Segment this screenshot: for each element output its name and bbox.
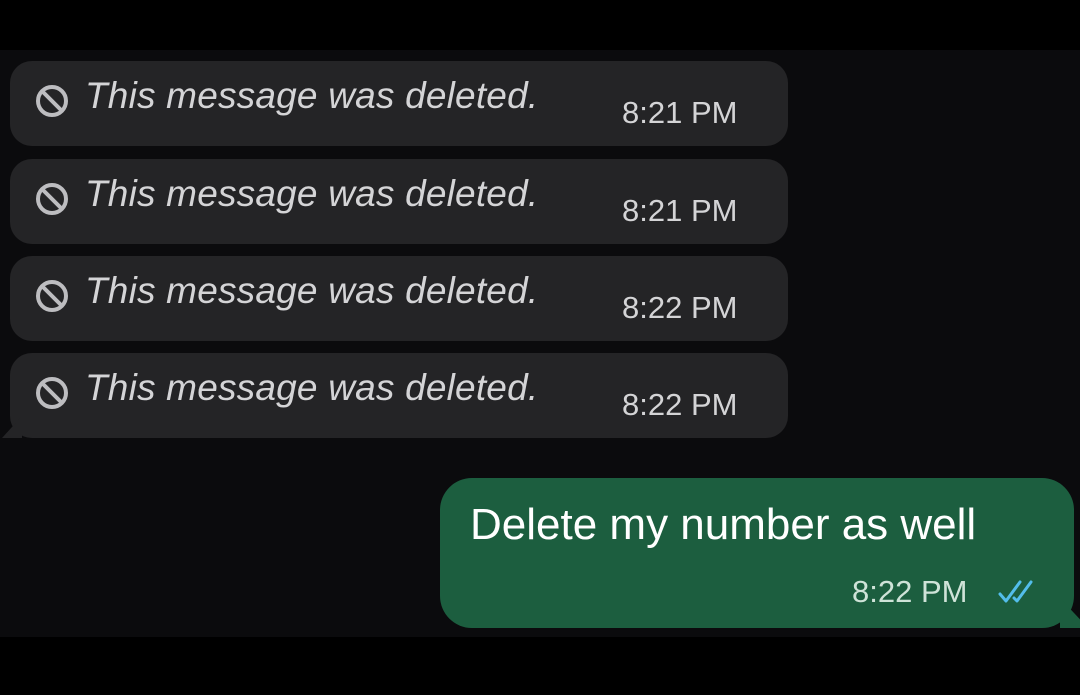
deleted-message-text: This message was deleted. <box>85 270 539 311</box>
message-timestamp: 8:22 PM <box>852 574 968 609</box>
outgoing-message-text: Delete my number as well <box>470 500 977 549</box>
blocked-circle-icon <box>36 85 68 117</box>
deleted-message-bubble[interactable]: This message was deleted. 8:21 PM <box>10 159 788 244</box>
double-check-icon <box>998 580 1033 603</box>
deleted-message-bubble[interactable]: This message was deleted. 8:22 PM <box>10 353 788 438</box>
deleted-message-bubble[interactable]: This message was deleted. 8:21 PM <box>10 61 788 146</box>
message-timestamp: 8:21 PM <box>622 193 738 228</box>
deleted-message-bubble[interactable]: This message was deleted. 8:22 PM <box>10 256 788 341</box>
message-timestamp: 8:22 PM <box>622 290 738 325</box>
blocked-circle-icon <box>36 183 68 215</box>
deleted-message-text: This message was deleted. <box>85 75 539 116</box>
blocked-circle-icon <box>36 377 68 409</box>
outgoing-message-bubble[interactable]: Delete my number as well 8:22 PM <box>440 478 1074 628</box>
deleted-message-text: This message was deleted. <box>85 173 539 214</box>
message-timestamp: 8:21 PM <box>622 95 738 130</box>
blocked-circle-icon <box>36 280 68 312</box>
message-timestamp: 8:22 PM <box>622 387 738 422</box>
deleted-message-text: This message was deleted. <box>85 367 539 408</box>
chat-area: This message was deleted. 8:21 PM This m… <box>0 50 1080 637</box>
